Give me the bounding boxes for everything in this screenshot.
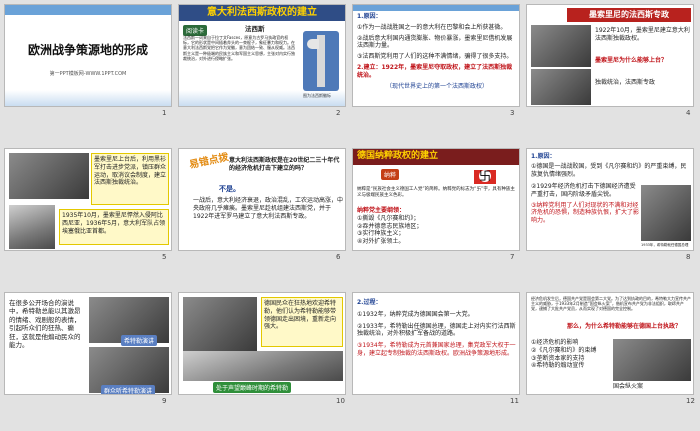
mussolini-photo xyxy=(531,25,591,67)
slide-thumbnail-11[interactable]: 2.过程： ①1932年，纳粹党成为德国国会第一大党。 ②1933年，希特勒出任… xyxy=(352,292,520,395)
slide-12-list-4: ④希特勒的煽动宣传 xyxy=(531,362,585,370)
slide-7-list-1: 纳粹党主要纲领： xyxy=(357,207,406,214)
slide-7-body: 纳粹是“民族社会主义德国工人党”的简称。纳粹党的标志为“卐”字，具有种族主义与极… xyxy=(357,187,515,198)
slide-number-8: 8 xyxy=(686,253,691,261)
slide-thumbnail-7[interactable]: 德国纳粹政权的建立 纳粹 纳粹是“民族社会主义德国工人党”的简称。纳粹党的标志为… xyxy=(352,148,520,251)
slide-12-list-1: ①经济危机的影响 xyxy=(531,339,579,346)
blackshirts-photo xyxy=(9,153,89,199)
slide-7-list-2: ①撕毁《凡尔赛和约》； xyxy=(357,214,420,222)
slide-thumbnail-10[interactable]: 德国民众在狂热地欢迎希特勒，他们认为希特勒能够带领德国走出困境，重新走向强大。 … xyxy=(178,292,346,395)
slide-number-5: 5 xyxy=(162,253,167,261)
slide-12-caption: 国会纵火案 xyxy=(613,383,644,390)
wave-decoration xyxy=(5,90,171,106)
slide-10-text: 德国民众在狂热地欢迎希特勒，他们认为希特勒能够带领德国走出困境，重新走向强大。 xyxy=(261,297,343,347)
slide-5-text-1: 墨索里尼上台后，利用黑衫军打击进步党派，镇压群众运动，取消议会制度，建立法西斯独… xyxy=(91,153,169,205)
slide-7-title: 德国纳粹政权的建立 xyxy=(357,151,439,161)
crowd-label: 群众听希特勒演讲 xyxy=(101,385,156,394)
slide-2-title: 意大利法西斯政权的建立 xyxy=(179,5,345,21)
slide-2-body: 法西斯一词来自于拉丁文Fasces，原意为古罗马执政官的权标，它的形状是中间插着… xyxy=(183,35,295,61)
hitler-portrait-photo xyxy=(183,297,257,351)
slide-4-title: 墨索里尼的法西斯专政 xyxy=(567,8,691,22)
slide-3-line-1: 1.原因： xyxy=(357,13,382,20)
slide-3-line-5: 2.建立：1922年，墨索里尼夺取政权，建立了法西斯独裁统治。 xyxy=(357,63,513,79)
slide-11-line-1: 2.过程： xyxy=(357,299,382,306)
slide-number-12: 12 xyxy=(686,397,695,405)
slide-8-line-3: ②1929年经济危机打击下德国经济遭受严重打击，国内阶级矛盾尖锐。 xyxy=(531,183,636,198)
slide-thumbnail-2[interactable]: 意大利法西斯政权的建立 阅读卡 法西斯 法西斯一词来自于拉丁文Fasces，原意… xyxy=(178,4,346,107)
slide-3-line-3: ②战后意大利国内通货膨胀、物价暴涨，墨索里尼借机发展法西斯力量。 xyxy=(357,34,513,50)
slide-11-line-4: ③1934年，希特勒成为元首兼国家总理，集党政军大权于一身，建立起专制独裁的法西… xyxy=(357,342,516,357)
slide-thumbnail-9[interactable]: 在很多公开场合的演说中，希特勒总能以其激昂的情绪、戏剧般的表情，引起听众们的狂热… xyxy=(4,292,172,395)
slide-number-11: 11 xyxy=(510,397,519,405)
slide-6-answer-label: 不是。 xyxy=(219,185,240,193)
slide-3-line-2: ①作为一战战胜国之一的意大利在巴黎和会上所获甚微。 xyxy=(357,23,507,31)
slide-number-3: 3 xyxy=(510,109,515,117)
swastika-flag-icon xyxy=(473,169,497,185)
fasces-icon xyxy=(303,31,339,91)
slide-thumbnail-1[interactable]: 欧洲战争策源地的形成 第一PPT模板网-WWW.1PPT.COM xyxy=(4,4,172,107)
speech-label: 希特勒演讲 xyxy=(121,335,158,346)
rally-photo xyxy=(183,351,343,381)
slide-3-line-6: （现代世界史上的第一个法西斯政权） xyxy=(385,82,488,90)
slide-header-band xyxy=(353,5,519,11)
slide-2-heading: 法西斯 xyxy=(245,25,265,33)
slide-thumbnail-8[interactable]: 1.原因： ①德国是一战战败国，受到《凡尔赛和约》的严重束缚，民族复仇情绪强烈。… xyxy=(526,148,694,251)
hitler-photo xyxy=(641,185,691,241)
nazi-badge: 纳粹 xyxy=(381,169,400,180)
slide-number-7: 7 xyxy=(510,253,515,261)
march-photo xyxy=(531,69,591,105)
slide-1-subtitle: 第一PPT模板网-WWW.1PPT.COM xyxy=(49,71,127,77)
slide-number-6: 6 xyxy=(336,253,341,261)
slide-header-band xyxy=(5,5,171,15)
slide-number-10: 10 xyxy=(336,397,345,405)
slide-4-text-1: 1922年10月，墨索里尼建立意大利法西斯独裁政权。 xyxy=(595,27,690,42)
wave-decoration xyxy=(179,90,345,106)
reichstag-fire-photo xyxy=(613,339,691,381)
troops-photo xyxy=(9,205,55,249)
slide-12-list-2: ②《凡尔赛和约》的束缚 xyxy=(531,346,597,354)
slide-11-line-2: ①1932年，纳粹党成为德国国会第一大党。 xyxy=(357,310,474,318)
slide-number-1: 1 xyxy=(162,109,167,117)
slide-8-line-2: ①德国是一战战败国，受到《凡尔赛和约》的严重束缚，民族复仇情绪强烈。 xyxy=(531,162,687,178)
slide-8-line-4: ③纳粹党利用了人们对现状的不满和对经济危机的恐惧，制造种族仇恨，扩大了影响力。 xyxy=(531,201,640,225)
slide-1-title: 欧洲战争策源地的形成 xyxy=(27,43,148,57)
slide-5-text-2: 1935年10月，墨索里尼悍然入侵阿比西尼亚，1936年5月，意大利军队占领埃塞… xyxy=(59,209,169,245)
slide-6-answer: 一战后，意大利经济衰退，政治混乱，工农运动高涨，中央政府几乎瘫痪。墨索里尼趁机组… xyxy=(193,197,344,220)
slide-11-line-3: ②1933年，希特勒出任德国总理，德国走上对内实行法西斯独裁统治，对外积极扩军备… xyxy=(357,322,516,338)
slide-8-caption: 1933年，希特勒就任德国总理 xyxy=(641,243,689,247)
slide-thumbnail-4[interactable]: 墨索里尼的法西斯专政 1922年10月，墨索里尼建立意大利法西斯独裁政权。 墨索… xyxy=(526,4,694,107)
slide-4-text-3: 独裁统治，法西斯专政 xyxy=(595,79,656,86)
slide-6-title: 易错点拨 xyxy=(188,151,230,172)
slide-thumbnail-3[interactable]: 1.原因： ①作为一战战胜国之一的意大利在巴黎和会上所获甚微。 ②战后意大利国内… xyxy=(352,4,520,107)
slide-sorter-grid: 欧洲战争策源地的形成 第一PPT模板网-WWW.1PPT.COM 1 意大利法西… xyxy=(0,0,700,431)
slide-9-text: 在很多公开场合的演说中，希特勒总能以其激昂的情绪、戏剧般的表情，引起听众们的狂热… xyxy=(9,299,81,350)
slide-12-question: 那么，为什么希特勒能够在德国上台执政？ xyxy=(567,323,682,330)
slide-thumbnail-6[interactable]: 易错点拨 意大利法西斯政权是在20世纪二三十年代的经济危机打击下建立的吗？ 不是… xyxy=(178,148,346,251)
slide-thumbnail-12[interactable]: 经济危机发生后，德国共产党是国会第二大党。为了达到执政的目的，希特勒大力宣传共产… xyxy=(526,292,694,395)
slide-number-9: 9 xyxy=(162,397,167,405)
slide-number-2: 2 xyxy=(336,109,341,117)
slide-thumbnail-5[interactable]: 墨索里尼上台后，利用黑衫军打击进步党派，镇压群众运动，取消议会制度，建立法西斯独… xyxy=(4,148,172,251)
slide-6-question: 意大利法西斯政权是在20世纪二三十年代的经济危机打击下建立的吗？ xyxy=(229,157,340,172)
slide-3-line-4: ③法西斯党利用了人们的这种不满情绪，骗得了很多支持。 xyxy=(357,53,513,61)
slide-12-body: 经济危机发生后，德国共产党是国会第二大党。为了达到执政的目的，希特勒大力宣传共产… xyxy=(531,296,691,312)
slide-8-line-1: 1.原因： xyxy=(531,153,556,160)
slide-number-4: 4 xyxy=(686,109,691,117)
slide-7-list-5: ④对外扩张领土。 xyxy=(357,238,405,246)
slide-10-banner: 处于声望巅峰时期的希特勒 xyxy=(213,382,292,393)
slide-4-text-2: 墨索里尼为什么能够上台？ xyxy=(595,57,668,64)
